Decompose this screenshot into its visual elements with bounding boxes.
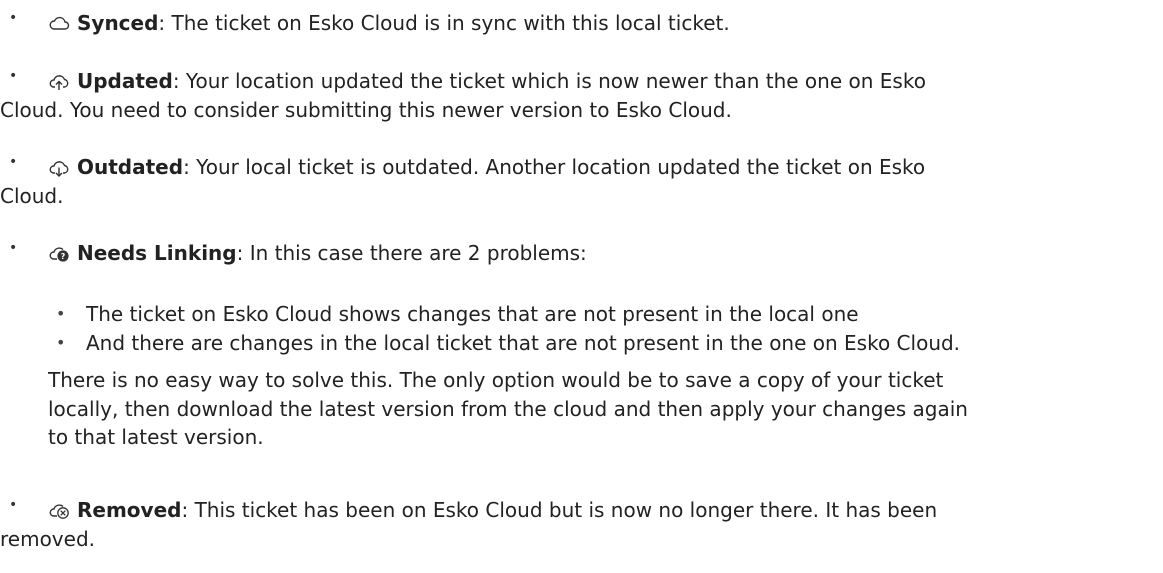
status-description: : The ticket on Esko Cloud is in sync wi… [158, 11, 730, 35]
status-description: : Your location updated the ticket which… [172, 69, 926, 93]
status-name: Removed [77, 498, 182, 522]
bullet: • [9, 240, 18, 256]
note-line: locally, then download the latest versio… [48, 396, 968, 421]
status-name: Updated [77, 69, 173, 93]
status-description: : Your local ticket is outdated. Another… [183, 155, 926, 179]
cloud-removed-icon [48, 502, 70, 520]
svg-text:?: ? [61, 252, 66, 261]
status-item-body: ? Needs Linking: In this case there are … [48, 239, 1163, 268]
status-item-body: Outdated: Your local ticket is outdated.… [0, 153, 1163, 210]
bullet: • [9, 154, 18, 170]
list-item-text: The ticket on Esko Cloud shows changes t… [86, 302, 859, 326]
status-description-cont: Cloud. [0, 183, 64, 208]
status-name: Needs Linking [77, 241, 237, 265]
status-item-body: Synced: The ticket on Esko Cloud is in s… [48, 9, 1163, 38]
bullet: • [9, 497, 18, 513]
sub-list: • The ticket on Esko Cloud shows changes… [48, 300, 1163, 357]
status-line: Removed: This ticket has been on Esko Cl… [48, 496, 1163, 525]
status-name: Synced [77, 11, 159, 35]
list-item: • And there are changes in the local tic… [48, 329, 1163, 358]
status-line: Outdated: Your local ticket is outdated.… [48, 153, 1163, 182]
cloud-synced-icon [48, 15, 70, 33]
status-description: : In this case there are 2 problems: [236, 241, 587, 265]
cloud-download-icon [48, 159, 70, 177]
list-item-text: And there are changes in the local ticke… [86, 330, 961, 355]
status-name: Outdated [77, 155, 184, 179]
status-line: Updated: Your location updated the ticke… [48, 67, 1163, 96]
cloud-question-icon: ? [48, 245, 70, 263]
status-item-body: Removed: This ticket has been on Esko Cl… [0, 496, 1163, 553]
bullet: • [9, 68, 18, 84]
list-item: • The ticket on Esko Cloud shows changes… [48, 300, 1163, 329]
status-item-body: Updated: Your location updated the ticke… [0, 67, 1163, 124]
status-list: • Synced: The ticket on Esko Cloud is in… [0, 0, 1163, 573]
status-description-cont: Cloud. You need to consider submitting t… [0, 97, 732, 122]
note-line: to that latest version. [48, 425, 264, 449]
cloud-upload-icon [48, 73, 70, 91]
status-description-cont: removed. [0, 526, 95, 551]
status-description: : This ticket has been on Esko Cloud but… [181, 498, 938, 522]
note-line: There is no easy way to solve this. The … [48, 368, 944, 392]
bullet: • [9, 10, 18, 26]
sub-bullet: • [56, 304, 66, 323]
sub-bullet: • [56, 332, 66, 352]
needs-linking-note: There is no easy way to solve this. The … [48, 366, 1163, 452]
